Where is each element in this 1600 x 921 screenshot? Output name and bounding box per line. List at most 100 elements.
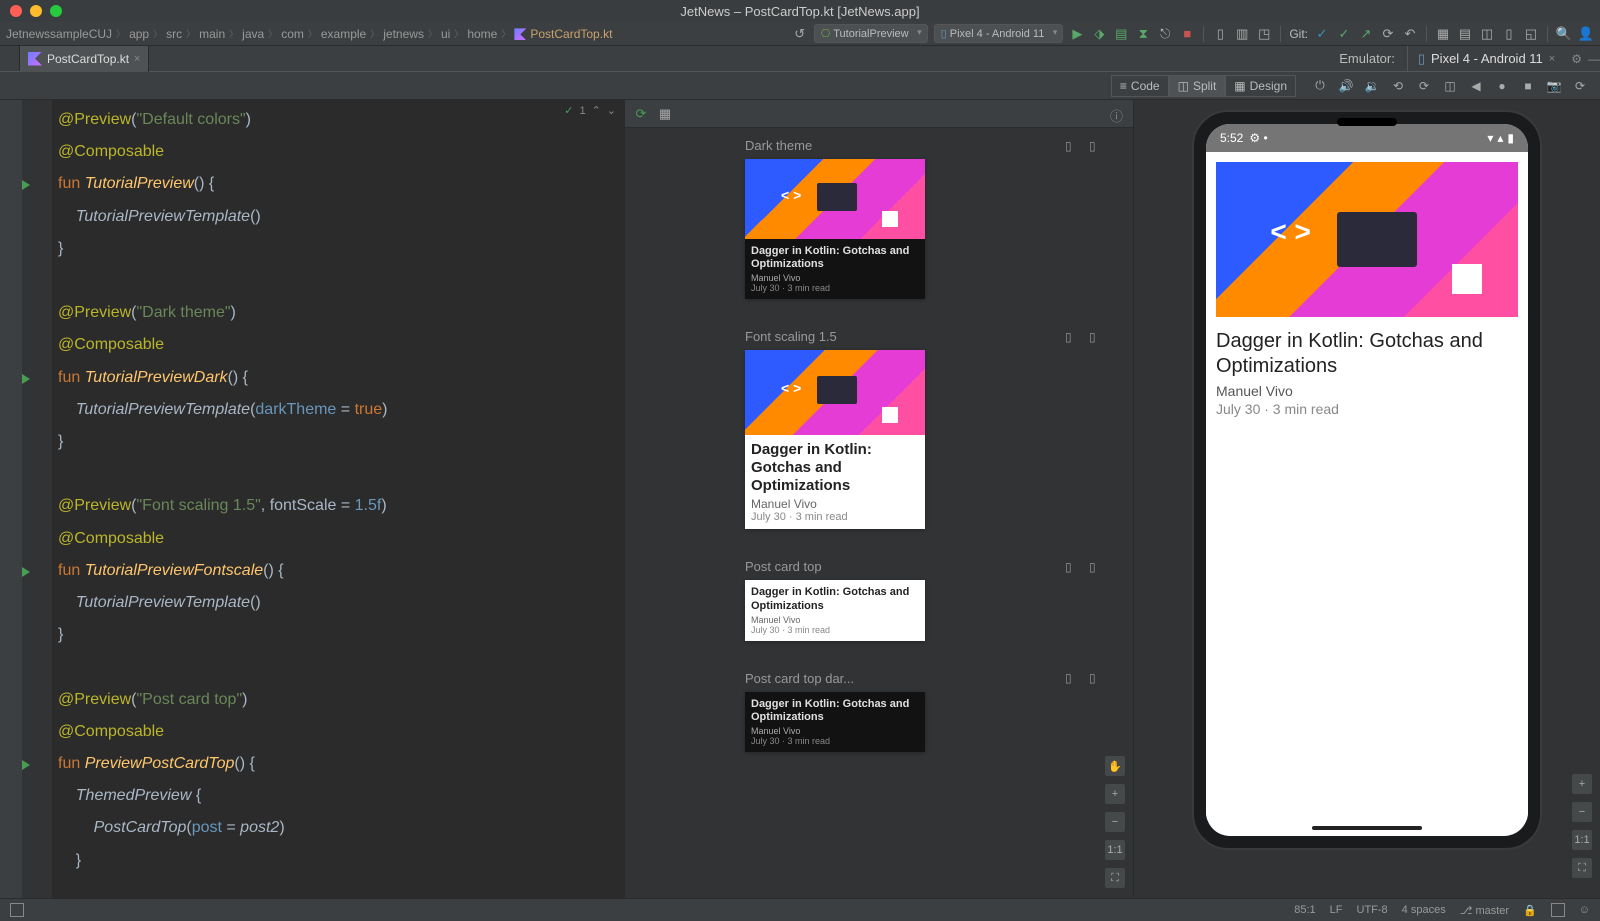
emulator-overview-icon[interactable]: ■ xyxy=(1520,79,1536,93)
run-gutter-icon[interactable] xyxy=(22,760,30,770)
indent-setting[interactable]: 4 spaces xyxy=(1402,904,1446,916)
close-tab-icon[interactable]: × xyxy=(134,53,140,65)
emulator-volume-down-icon[interactable]: 🔉 xyxy=(1364,79,1380,93)
preview-zoom-fit-icon[interactable]: 1:1 xyxy=(1105,840,1125,860)
emulator-volume-up-icon[interactable]: 🔊 xyxy=(1338,79,1354,93)
breadcrumb-item[interactable]: app xyxy=(129,27,149,41)
breadcrumb-item[interactable]: ui xyxy=(441,27,450,41)
run-button[interactable]: ▶ xyxy=(1069,26,1085,42)
breadcrumb-item[interactable]: jetnews xyxy=(383,27,424,41)
window-close-button[interactable] xyxy=(10,5,22,17)
breadcrumb-item[interactable]: PostCardTop.kt xyxy=(514,27,612,41)
preview-interactive-icon[interactable]: ▯ xyxy=(1065,671,1079,685)
window-minimize-button[interactable] xyxy=(30,5,42,17)
code-view-button[interactable]: ≡Code xyxy=(1111,75,1169,97)
breadcrumb-item[interactable]: com xyxy=(281,27,304,41)
preview-interactive-icon[interactable]: ▯ xyxy=(1065,560,1079,574)
file-tab[interactable]: PostCardTop.kt × xyxy=(20,46,149,72)
preview-deploy-icon[interactable]: ▯ xyxy=(1089,560,1103,574)
preview-deploy-icon[interactable]: ▯ xyxy=(1089,330,1103,344)
inspection-down-icon[interactable]: ⌄ xyxy=(607,104,616,117)
preview-zoom-in-icon[interactable]: + xyxy=(1105,784,1125,804)
preview-pan-icon[interactable]: ✋ xyxy=(1105,756,1125,776)
run-gutter-icon[interactable] xyxy=(22,180,30,190)
preview-card[interactable]: Dagger in Kotlin: Gotchas and Optimizati… xyxy=(745,692,925,752)
stop-button[interactable]: ■ xyxy=(1179,26,1195,42)
status-memory-icon[interactable] xyxy=(1551,903,1565,917)
breadcrumb-item[interactable]: java xyxy=(242,27,264,41)
status-tool-window-icon[interactable] xyxy=(10,903,24,917)
toolbar-icon-1[interactable]: ▦ xyxy=(1435,26,1451,42)
close-emulator-tab-icon[interactable]: × xyxy=(1549,53,1555,65)
git-update-icon[interactable]: ✓ xyxy=(1314,26,1330,42)
preview-zoom-reset-icon[interactable]: ⛶ xyxy=(1105,868,1125,888)
sdk-manager-icon[interactable]: ▥ xyxy=(1234,26,1250,42)
coverage-button[interactable]: ▤ xyxy=(1113,26,1129,42)
emulator-power-icon[interactable]: ⏻ xyxy=(1312,78,1328,93)
sync-icon[interactable]: ↺ xyxy=(792,26,808,42)
preview-zoom-out-icon[interactable]: − xyxy=(1105,812,1125,832)
toolbar-icon-4[interactable]: ▯ xyxy=(1501,26,1517,42)
preview-refresh-icon[interactable]: ⟳ xyxy=(633,106,649,122)
breadcrumb-item[interactable]: JetnewssampleCUJ xyxy=(6,27,112,41)
emulator-tab[interactable]: ▯ Pixel 4 - Android 11 × xyxy=(1407,46,1565,72)
git-push-icon[interactable]: ↗ xyxy=(1358,26,1374,42)
git-history-icon[interactable]: ⟳ xyxy=(1380,26,1396,42)
emulator-settings-icon[interactable]: ⚙ xyxy=(1571,52,1582,66)
git-rollback-icon[interactable]: ↶ xyxy=(1402,26,1418,42)
window-maximize-button[interactable] xyxy=(50,5,62,17)
phone-zoom-fit-icon[interactable]: 1:1 xyxy=(1572,830,1592,850)
inspection-up-icon[interactable]: ⌃ xyxy=(592,104,601,117)
caret-position[interactable]: 85:1 xyxy=(1294,904,1315,916)
preview-card[interactable]: Dagger in Kotlin: Gotchas and Optimizati… xyxy=(745,580,925,640)
emulator-rotate-left-icon[interactable]: ⟲ xyxy=(1390,79,1406,93)
phone-zoom-in-icon[interactable]: + xyxy=(1572,774,1592,794)
line-ending[interactable]: LF xyxy=(1330,904,1343,916)
toolbar-icon-3[interactable]: ◫ xyxy=(1479,26,1495,42)
status-lock-icon[interactable]: 🔒 xyxy=(1523,904,1537,917)
git-branch[interactable]: ⎇ master xyxy=(1460,904,1509,917)
preview-layout-icon[interactable]: ▦ xyxy=(657,106,673,122)
preview-card[interactable]: < >Dagger in Kotlin: Gotchas and Optimiz… xyxy=(745,159,925,299)
breadcrumb-item[interactable]: main xyxy=(199,27,225,41)
preview-config-dropdown[interactable]: ⎔ TutorialPreview xyxy=(814,24,928,43)
search-everywhere-icon[interactable]: 🔍 xyxy=(1556,26,1572,42)
run-gutter-icon[interactable] xyxy=(22,567,30,577)
emulator-back-icon[interactable]: ◀ xyxy=(1468,79,1484,93)
toolbar-icon-5[interactable]: ◱ xyxy=(1523,26,1539,42)
breadcrumb-item[interactable]: src xyxy=(166,27,182,41)
status-inspector-icon[interactable]: ☺ xyxy=(1579,904,1590,916)
preview-interactive-icon[interactable]: ▯ xyxy=(1065,139,1079,153)
preview-card[interactable]: < >Dagger in Kotlin: Gotchas and Optimiz… xyxy=(745,350,925,529)
breadcrumb-item[interactable]: home xyxy=(467,27,497,41)
emulator-more-icon[interactable]: ⟳ xyxy=(1572,79,1588,93)
code-area[interactable]: @Preview("Default colors")@Composablefun… xyxy=(52,100,624,898)
device-dropdown[interactable]: ▯ Pixel 4 - Android 11 xyxy=(934,24,1064,43)
breadcrumb-item[interactable]: example xyxy=(321,27,366,41)
split-view-button[interactable]: ◫Split xyxy=(1169,75,1226,97)
profile-button[interactable]: ⧗ xyxy=(1135,26,1151,42)
code-editor[interactable]: @Preview("Default colors")@Composablefun… xyxy=(22,100,624,898)
emulator-fold-icon[interactable]: ◫ xyxy=(1442,79,1458,93)
preview-deploy-icon[interactable]: ▯ xyxy=(1089,671,1103,685)
preview-deploy-icon[interactable]: ▯ xyxy=(1089,139,1103,153)
inspection-ok-icon[interactable]: ✓ xyxy=(564,104,573,117)
resource-manager-icon[interactable]: ◳ xyxy=(1256,26,1272,42)
toolbar-icon-2[interactable]: ▤ xyxy=(1457,26,1473,42)
design-view-button[interactable]: ▦Design xyxy=(1225,75,1296,97)
user-icon[interactable]: 👤 xyxy=(1578,26,1594,42)
git-commit-icon[interactable]: ✓ xyxy=(1336,26,1352,42)
phone-screen[interactable]: 5:52 ⚙ • ▾ ▴ ▮ < > Dagger in Ko xyxy=(1206,124,1528,836)
emulator-screenshot-icon[interactable]: 📷 xyxy=(1546,79,1562,93)
emulator-hide-icon[interactable]: — xyxy=(1588,52,1600,66)
debug-button[interactable]: ⬗ xyxy=(1091,26,1107,42)
phone-zoom-reset-icon[interactable]: ⛶ xyxy=(1572,858,1592,878)
emulator-home-icon[interactable]: ● xyxy=(1494,79,1510,93)
phone-zoom-out-icon[interactable]: − xyxy=(1572,802,1592,822)
avd-manager-icon[interactable]: ▯ xyxy=(1212,26,1228,42)
attach-button[interactable]: ⎋ xyxy=(1157,26,1173,42)
emulator-rotate-right-icon[interactable]: ⟳ xyxy=(1416,79,1432,93)
preview-interactive-icon[interactable]: ▯ xyxy=(1065,330,1079,344)
run-gutter-icon[interactable] xyxy=(22,374,30,384)
file-encoding[interactable]: UTF-8 xyxy=(1357,904,1388,916)
